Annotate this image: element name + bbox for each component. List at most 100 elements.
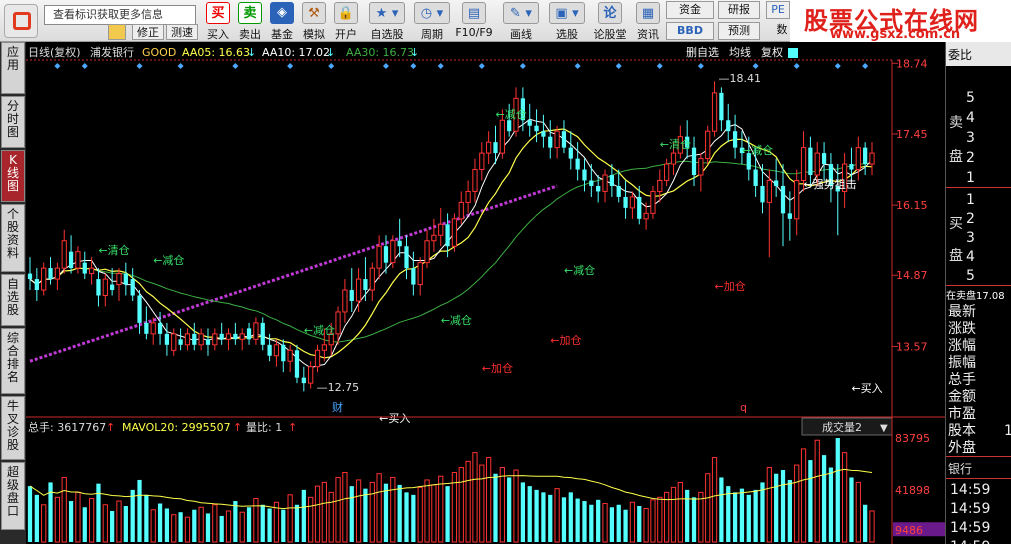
candle-body [417, 262, 423, 286]
chart-header-button-1[interactable]: 均线 [729, 45, 751, 59]
left-tab-0[interactable]: 应 用 [1, 42, 25, 94]
candle-body [212, 333, 218, 346]
kline-chart[interactable]: 日线(复权) 浦发银行 GOOD AA05: 16.63 ↓ AA10: 17.… [26, 42, 945, 544]
left-tab-3[interactable]: 个 股 资 料 [1, 204, 25, 272]
volume-bar [390, 476, 396, 543]
data-button[interactable]: 数 [772, 22, 792, 40]
price-tick-label: 18.74 [896, 57, 928, 70]
candle-body [869, 152, 875, 165]
candle-body [61, 240, 67, 269]
volume-bar [698, 491, 704, 543]
stat-value-7: 1 [1004, 423, 1011, 439]
volume-bar [184, 516, 191, 543]
left-tab-4[interactable]: 自 选 股 [1, 274, 25, 326]
search-input[interactable]: 查看标识获取更多信息 [44, 5, 196, 25]
fund-button[interactable]: ◈ 基金 [267, 1, 297, 41]
lightbulb-icon[interactable] [108, 24, 126, 40]
aa05-arrow-icon: ↓ [247, 46, 256, 59]
candle-body [404, 246, 409, 269]
stock-terminal-window: 查看标识获取更多信息 修正 测速 买 买入 卖 卖出 ◈ 基金 ⚒ 模拟 🔒 开… [0, 0, 1011, 544]
volume-bar [623, 509, 628, 542]
candle-body [451, 218, 458, 247]
volume-total: 总手: 3617767 [28, 420, 106, 434]
candle-body [233, 333, 238, 340]
stat-label-5: 金额 [948, 389, 976, 405]
chevron-down-icon: ▼ [880, 423, 888, 434]
trade-time-3: 14:59 [950, 539, 1011, 544]
period-button[interactable]: ◷ ▾ 周期 [412, 1, 452, 41]
volume-bar [609, 507, 614, 542]
volume-bar [68, 501, 74, 542]
volume-bar [383, 483, 389, 542]
mavol-value: MAVOL20: 2995507 [122, 421, 231, 434]
signal-label-4: ←减仓 [441, 313, 472, 327]
stat-label-3: 振幅 [948, 355, 976, 371]
brand-watermark: 股票公式在线网 www.gsxz.com.cn [790, 0, 1011, 42]
left-tab-5[interactable]: 综 合 排 名 [1, 328, 25, 394]
candle-body [691, 147, 697, 176]
candle-body [438, 223, 444, 236]
volume-bar [513, 469, 519, 543]
volume-bar [328, 491, 334, 543]
left-tab-6[interactable]: 牛 叉 诊 股 [1, 396, 25, 460]
volume-bar [431, 484, 437, 543]
modify-button[interactable]: 修正 [132, 24, 164, 40]
forecast-button[interactable]: 预测 [718, 22, 760, 40]
volume-tick-label: 41898 [895, 484, 930, 497]
candle-body [534, 125, 539, 132]
open-account-button[interactable]: 🔒 开户 [331, 1, 361, 41]
news-button[interactable]: ▦ 资讯 [632, 1, 664, 41]
sell-level-2: 2 [966, 150, 975, 166]
volume-bar [548, 494, 553, 542]
star-icon: ★ ▾ [369, 2, 405, 24]
signal-label-0: ←清仓 [98, 243, 129, 257]
buy-button[interactable]: 买 买入 [203, 1, 233, 41]
volume-bar [41, 504, 47, 543]
pe-button[interactable]: PE [766, 1, 790, 19]
candle-body [575, 158, 580, 170]
sell-label: 卖 [949, 115, 963, 131]
signal-label-3: ←减仓 [564, 263, 595, 277]
stock-select-button[interactable]: ▣ ▾ 选股 [546, 1, 588, 41]
candle-body [479, 152, 485, 171]
left-tab-7[interactable]: 超 级 盘 口 [1, 462, 25, 530]
volume-tick-label: 83795 [895, 432, 930, 445]
candle-body [582, 169, 587, 181]
volume-bar [753, 489, 758, 542]
volume-bar [164, 508, 170, 542]
volume-bar [102, 504, 108, 543]
candle-body [774, 180, 779, 186]
aa10-value: AA10: 17.02 [262, 46, 330, 59]
watchlist-button[interactable]: ★ ▾ 自选股 [366, 1, 408, 41]
candle-body [157, 322, 163, 334]
left-tab-1[interactable]: 分 时 图 [1, 96, 25, 148]
candle-body [705, 130, 711, 160]
candle-body [561, 131, 567, 148]
sell-button[interactable]: 卖 卖出 [235, 1, 265, 41]
simulation-button[interactable]: ⚒ 模拟 [299, 1, 329, 41]
volume-bar [61, 476, 67, 543]
draw-line-button[interactable]: ✎ ▾ 画线 [500, 1, 542, 41]
order-ratio-header: 委比 [946, 42, 1011, 66]
settings-icon[interactable] [788, 48, 798, 58]
volume-bar [314, 485, 321, 543]
candle-body [670, 152, 677, 165]
stat-label-1: 涨跌 [948, 321, 976, 337]
speed-test-button[interactable]: 测速 [166, 24, 198, 40]
forum-button[interactable]: 论 论股堂 [592, 1, 628, 41]
volume-bar [863, 504, 868, 542]
research-button[interactable]: 研报 [718, 1, 760, 19]
volume-bar [205, 513, 211, 542]
bbd-button[interactable]: BBD [666, 22, 714, 40]
candle-body [808, 147, 813, 176]
chart-header-button-0[interactable]: 删自选 [686, 46, 719, 59]
volume-bar [855, 481, 861, 543]
f10-button[interactable]: ▤ F10/F9 [454, 1, 494, 41]
left-tab-2[interactable]: K 线 图 [1, 150, 25, 202]
assets-button[interactable]: 资金 [666, 1, 714, 19]
volume-bar [116, 500, 122, 543]
chart-header-button-2[interactable]: 复权 [761, 45, 783, 59]
candle-body [548, 136, 553, 148]
app-logo-icon[interactable] [4, 4, 38, 38]
candle-body [68, 251, 74, 269]
